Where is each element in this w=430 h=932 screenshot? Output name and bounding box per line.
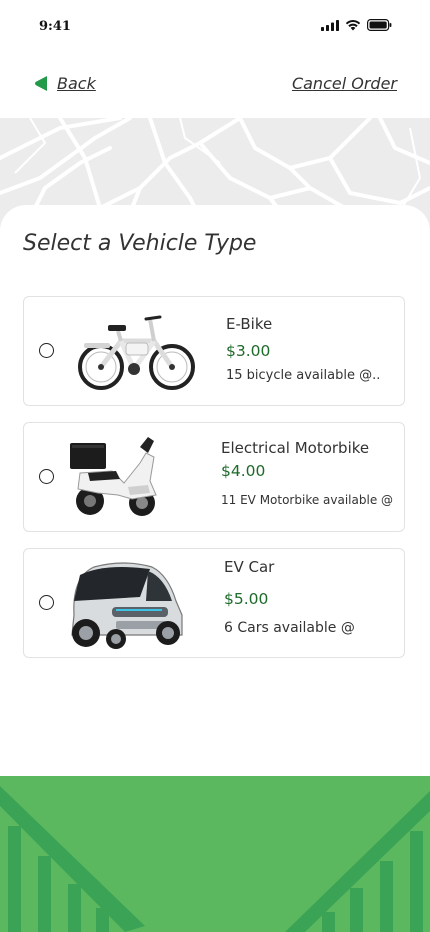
vehicle-name: E-Bike [226, 315, 273, 333]
vehicle-option-motorbike[interactable]: Electrical Motorbike $4.00 11 EV Motorbi… [23, 422, 405, 532]
wifi-icon [345, 20, 361, 31]
vehicle-price: $4.00 [221, 462, 266, 480]
sheet-title: Select a Vehicle Type [23, 231, 257, 256]
vehicle-name: EV Car [224, 558, 275, 576]
battery-icon [367, 19, 392, 31]
vehicle-selection-sheet: Select a Vehicle Type E-Bike $3.00 15 bi… [0, 205, 430, 780]
status-time: 9:41 [39, 19, 71, 34]
vehicle-price: $3.00 [226, 342, 271, 360]
vehicle-radio[interactable] [39, 343, 54, 358]
vehicle-option-ebike[interactable]: E-Bike $3.00 15 bicycle available @.. [23, 296, 405, 406]
motorbike-image [70, 437, 157, 516]
status-bar: 9:41 [0, 0, 430, 54]
decorative-green-footer [0, 776, 430, 932]
status-icons [321, 19, 392, 31]
ev-car-image [71, 562, 183, 649]
vehicle-availability: 6 Cars available @ [224, 620, 355, 636]
vehicle-availability: 15 bicycle available @.. [226, 368, 381, 383]
decorative-pattern [0, 786, 430, 932]
back-button[interactable]: Back [33, 74, 96, 93]
vehicle-radio[interactable] [39, 595, 54, 610]
back-arrow-icon [34, 76, 47, 91]
vehicle-radio[interactable] [39, 469, 54, 484]
vehicle-availability: 11 EV Motorbike available @ [221, 493, 394, 507]
ebike-image [78, 315, 195, 390]
cancel-order-link[interactable]: Cancel Order [292, 74, 397, 93]
vehicle-price: $5.00 [224, 590, 269, 608]
back-label: Back [57, 74, 96, 93]
signal-icon [321, 19, 339, 31]
vehicle-name: Electrical Motorbike [221, 439, 370, 457]
vehicle-option-ev-car[interactable]: EV Car $5.00 6 Cars available @ [23, 548, 405, 658]
